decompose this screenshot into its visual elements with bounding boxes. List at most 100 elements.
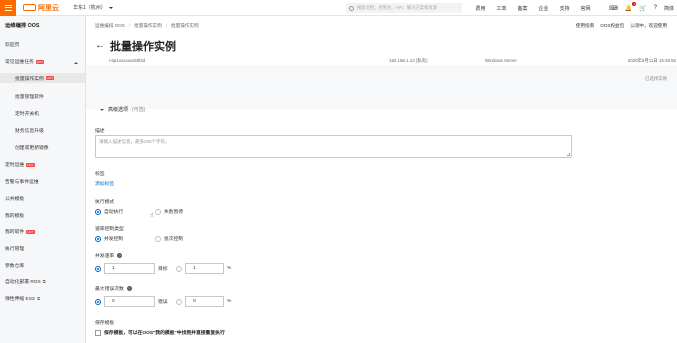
description-label: 描述	[95, 127, 105, 134]
external-link-icon: ⧉	[42, 279, 46, 284]
bell-icon[interactable]: 🔔 1	[625, 1, 637, 12]
help-icon[interactable]: ?	[126, 286, 132, 291]
notification-badge: 1	[632, 1, 637, 6]
header-links: 使用指南 OOS权益包 公测中，欢迎使用	[576, 23, 667, 29]
logo-mark-icon	[23, 4, 36, 11]
max-errors-input[interactable]: 0	[104, 296, 155, 307]
sidebar-item-ros[interactable]: 自动化部署 ROS ⧉	[5, 278, 46, 285]
radio-label: 自动执行	[104, 210, 124, 215]
region-selector[interactable]: 华东1（杭州）	[73, 4, 113, 11]
sidebar-item-my-templates[interactable]: 我的模板	[5, 212, 24, 219]
radio-unchecked-icon[interactable]	[176, 298, 182, 305]
top-navigation-bar: 阿里云 华东1（杭州） 搜索文档、控制台、API、解决方案和资源 费用 工单 备…	[0, 0, 677, 16]
radio-label: 批次控制	[164, 237, 184, 242]
sidebar-item-label: 弹性伸缩 ESS	[5, 297, 36, 302]
breadcrumb-separator: /	[165, 23, 168, 28]
unit-label: %	[227, 299, 232, 304]
add-tag-link[interactable]: 添加标签	[95, 180, 114, 187]
sidebar-item-label: 告警与事件运维	[5, 180, 39, 185]
table-cell: 2020年6月11日 15:35:55	[627, 58, 676, 63]
selected-count-note: 已选择实例	[645, 76, 667, 81]
concurrency-target-input[interactable]: 1	[104, 263, 155, 274]
radio-unchecked-icon	[155, 208, 161, 215]
cart-icon[interactable]: 🛒	[639, 5, 646, 12]
sidebar-item-common-tasks[interactable]: 常见运维任务 HOT	[5, 58, 45, 65]
sidebar-item-label: 批量操作实例	[15, 76, 44, 82]
label-text: 执行模式	[95, 200, 115, 205]
hot-badge: HOT	[26, 229, 35, 234]
input-value: 1	[112, 266, 115, 271]
checkbox-unchecked-icon	[95, 329, 101, 336]
language-switch[interactable]: 简体	[664, 5, 674, 12]
max-errors-percent-input[interactable]: 0	[185, 296, 224, 307]
hot-badge: HOT	[45, 76, 55, 80]
region-label: 华东1（杭州）	[73, 5, 106, 11]
advanced-title: 高级选项	[108, 107, 129, 113]
sidebar-item-label: 财务信息升级	[15, 129, 44, 134]
top-link-support[interactable]: 支持	[554, 5, 575, 12]
radio-checked-icon	[95, 235, 101, 242]
exec-mode-radio-group: 自动执行 失败暂停	[95, 208, 195, 215]
sidebar-item-ess[interactable]: 弹性伸缩 ESS ⧉	[5, 295, 40, 302]
rate-control-radio-group: 并发控制 批次控制	[95, 235, 195, 242]
top-link-icp[interactable]: 备案	[512, 5, 533, 12]
breadcrumb-item: 批量操作实例	[171, 23, 199, 28]
back-arrow-icon[interactable]: ←	[95, 41, 105, 51]
page-title: ← 批量操作实例	[95, 38, 176, 54]
input-value: 1	[193, 266, 196, 271]
radio-concurrency[interactable]: 并发控制	[95, 235, 135, 242]
breadcrumb-item[interactable]: 运维编排 OOS	[95, 23, 125, 29]
hamburger-menu-icon[interactable]	[0, 0, 16, 16]
sidebar-item-my-software[interactable]: 我的软件 HOT	[5, 228, 35, 235]
search-icon	[349, 5, 354, 11]
top-link-enterprise[interactable]: 企业	[533, 5, 554, 12]
resize-handle-icon[interactable]	[567, 153, 570, 156]
sidebar-item-batch-instances[interactable]: 批量操作实例 HOT	[0, 73, 85, 83]
sidebar-item-welcome[interactable]: 欢迎页	[5, 41, 19, 48]
radio-auto-execute[interactable]: 自动执行	[95, 208, 135, 215]
label-text: 标签	[95, 172, 105, 177]
table-row: i-bp1xxxxxxx58f3d 192.168.1.12 (私有) Wind…	[95, 58, 676, 64]
sidebar-item-batch-software[interactable]: 批量管理软件	[15, 93, 44, 100]
radio-unchecked-icon[interactable]	[176, 265, 182, 272]
table-cell: Windows Server	[485, 58, 517, 63]
sidebar-item-alert-ops[interactable]: 告警与事件运维	[5, 178, 39, 185]
save-template-label: 保存模板	[95, 319, 114, 326]
textarea-placeholder: 请输入描述信息，最多200个字符。	[99, 139, 170, 144]
breadcrumb-item[interactable]: 批量操作实例	[134, 23, 162, 29]
radio-checked-icon[interactable]	[95, 265, 101, 272]
sidebar-item-image[interactable]: 创建或更新镜像	[15, 144, 49, 151]
top-link-website[interactable]: 官网	[575, 5, 596, 12]
guide-link[interactable]: 使用指南	[576, 23, 594, 29]
sidebar-item-scheduled-ops[interactable]: 定时运维 HOT	[5, 161, 35, 168]
top-link-ticket[interactable]: 工单	[491, 5, 512, 12]
sidebar-item-public-templates[interactable]: 公共模板	[5, 195, 24, 202]
sidebar-item-parameters[interactable]: 参数仓库	[5, 262, 24, 269]
sidebar-item-label: 参数仓库	[5, 264, 25, 269]
description-textarea[interactable]: 请输入描述信息，最多200个字符。	[95, 135, 572, 158]
radio-batch[interactable]: 批次控制	[155, 235, 195, 242]
radio-checked-icon[interactable]	[95, 298, 101, 305]
sidebar-item-scheduled-power[interactable]: 定时开关机	[15, 110, 39, 117]
hot-badge: HOT	[35, 59, 45, 64]
sidebar-item-finance-upgrade[interactable]: 财务信息升级	[15, 127, 44, 134]
help-icon[interactable]: ?	[654, 5, 657, 11]
save-template-checkbox[interactable]: 保存模板，可以在OOS"我的模板"中找到并直接重复执行	[95, 329, 225, 336]
sidebar-item-label: 欢迎页	[5, 43, 20, 48]
global-search-input[interactable]: 搜索文档、控制台、API、解决方案和资源	[346, 3, 462, 13]
aliyun-logo[interactable]: 阿里云	[23, 3, 59, 13]
concurrency-percent-input[interactable]: 1	[185, 263, 224, 274]
oos-benefit-link[interactable]: OOS权益包	[600, 23, 624, 29]
beta-notice-link[interactable]: 公测中，欢迎使用	[630, 23, 667, 29]
sidebar-item-executions[interactable]: 执行管理	[5, 245, 24, 252]
sidebar-item-label: 我的软件	[5, 230, 25, 235]
radio-pause-on-failure[interactable]: 失败暂停	[155, 208, 195, 215]
top-link-fee[interactable]: 费用	[470, 5, 491, 12]
help-icon[interactable]: ?	[117, 253, 123, 258]
sidebar: 运维编排 OOS 欢迎页 常见运维任务 HOT 批量操作实例 HOT 批量管理软件 …	[0, 16, 86, 343]
terminal-icon[interactable]: ⌨	[609, 5, 618, 12]
sidebar-item-label: 公共模板	[5, 197, 25, 202]
chevron-up-icon[interactable]	[74, 62, 78, 64]
advanced-options-toggle[interactable]: 高级选项 (可选)	[100, 106, 145, 113]
sidebar-item-label: 定时运维	[5, 163, 25, 168]
